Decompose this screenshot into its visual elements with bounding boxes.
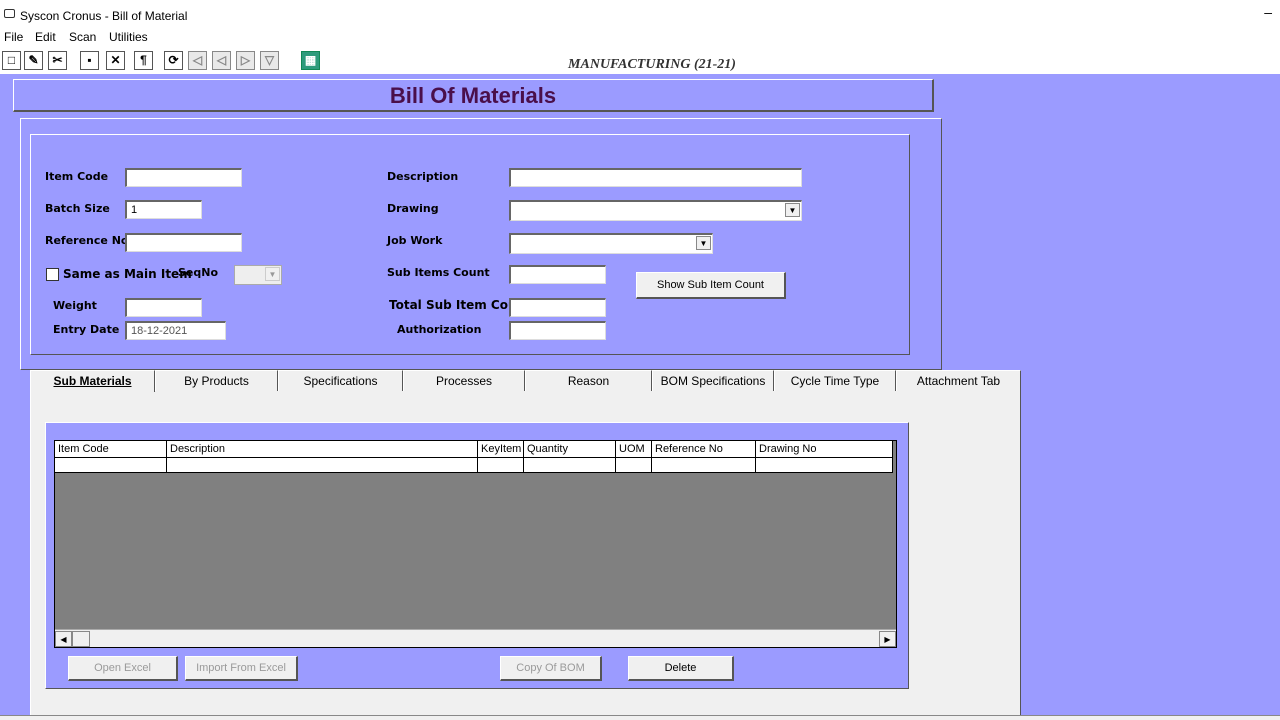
column-header-item-code[interactable]: Item Code [55,441,167,458]
tab-sub-materials[interactable]: Sub Materials [30,370,155,392]
batch-size-input[interactable]: 1 [125,200,202,219]
table-cell[interactable] [478,458,524,473]
column-header-drawing-no[interactable]: Drawing No [756,441,893,458]
job-work-select[interactable]: ▼ [509,233,713,254]
status-bar [0,715,1280,720]
table-row[interactable] [55,458,893,473]
table-cell[interactable] [616,458,652,473]
column-header-description[interactable]: Description [167,441,478,458]
open-icon[interactable]: ✎ [24,51,43,70]
authorization-label: Authorization [397,323,482,336]
weight-input[interactable] [125,298,202,317]
reference-no-input[interactable] [125,233,242,252]
paragraph-icon[interactable]: ¶ [134,51,153,70]
menu-scan[interactable]: Scan [69,30,96,44]
tab-processes[interactable]: Processes [403,370,525,391]
authorization-input[interactable] [509,321,606,340]
table-cell[interactable] [756,458,893,473]
delete-button[interactable]: Delete [628,656,734,681]
weight-label: Weight [53,299,97,312]
cut-icon[interactable]: ✂ [48,51,67,70]
seqno-label: SeqNo [178,266,219,279]
entry-date-input[interactable]: 18-12-2021 [125,321,226,340]
copy-of-bom-button[interactable]: Copy Of BOM [500,656,602,681]
window-title: Syscon Cronus - Bill of Material [20,9,188,23]
import-from-excel-button[interactable]: Import From Excel [185,656,298,681]
scroll-thumb[interactable] [72,631,90,647]
entry-date-label: Entry Date [53,323,120,336]
horizontal-scrollbar[interactable]: ◀ ▶ [55,629,896,647]
reference-no-label: Reference No. [45,234,133,247]
calculator-icon[interactable]: ▦ [301,51,320,70]
page-title: Bill Of Materials [13,79,934,112]
table-cell[interactable] [524,458,616,473]
total-sub-item-count-input[interactable] [509,298,606,317]
scroll-right-icon[interactable]: ▶ [879,631,896,647]
batch-size-label: Batch Size [45,202,110,215]
item-code-label: Item Code [45,170,109,183]
menu-utilities[interactable]: Utilities [109,30,148,44]
chevron-down-icon[interactable]: ▼ [696,236,711,250]
description-input[interactable] [509,168,802,187]
title-bar: Syscon Cronus - Bill of Material – [0,0,1280,28]
sub-items-count-label: Sub Items Count [387,266,490,279]
menu-bar: File Edit Scan Utilities [0,28,1280,46]
chevron-down-icon[interactable]: ▼ [265,267,280,281]
minimize-button[interactable]: – [1264,4,1272,20]
tab-attachment[interactable]: Attachment Tab [896,370,1021,391]
column-header-reference-no[interactable]: Reference No [652,441,756,458]
prev-icon[interactable]: ◁ [212,51,231,70]
job-work-label: Job Work [387,234,443,247]
scroll-left-icon[interactable]: ◀ [55,631,72,647]
tab-cycle-time-type[interactable]: Cycle Time Type [774,370,896,391]
column-header-uom[interactable]: UOM [616,441,652,458]
seqno-select[interactable]: ▼ [234,265,282,285]
tab-by-products[interactable]: By Products [155,370,278,391]
open-excel-button[interactable]: Open Excel [68,656,178,681]
tab-reason[interactable]: Reason [525,370,652,391]
column-header-keyitem[interactable]: KeyItem [478,441,524,458]
menu-file[interactable]: File [4,30,23,44]
table-cell[interactable] [167,458,478,473]
tab-bom-specifications[interactable]: BOM Specifications [652,370,774,391]
tab-specifications[interactable]: Specifications [278,370,403,391]
same-as-main-label: Same as Main Item [63,267,192,281]
next-icon[interactable]: ▷ [236,51,255,70]
close-icon[interactable]: ✕ [106,51,125,70]
grid-header: Item Code Description KeyItem Quantity U… [55,441,893,458]
show-sub-item-count-button[interactable]: Show Sub Item Count [636,272,786,299]
mode-indicator: MANUFACTURING (21-21) [362,54,942,74]
same-as-main-checkbox[interactable] [46,268,59,281]
sub-materials-grid[interactable]: Item Code Description KeyItem Quantity U… [54,440,897,648]
refresh-icon[interactable]: ⟳ [164,51,183,70]
table-cell[interactable] [55,458,167,473]
first-icon[interactable]: ◁ [188,51,207,70]
item-code-input[interactable] [125,168,242,187]
app-icon [4,9,15,18]
chevron-down-icon[interactable]: ▼ [785,203,800,217]
last-icon[interactable]: ▽ [260,51,279,70]
table-cell[interactable] [652,458,756,473]
drawing-select[interactable]: ▼ [509,200,802,221]
save-icon[interactable]: ▪ [80,51,99,70]
menu-edit[interactable]: Edit [35,30,56,44]
new-icon[interactable]: □ [2,51,21,70]
drawing-label: Drawing [387,202,439,215]
column-header-quantity[interactable]: Quantity [524,441,616,458]
description-label: Description [387,170,459,183]
sub-items-count-input[interactable] [509,265,606,284]
